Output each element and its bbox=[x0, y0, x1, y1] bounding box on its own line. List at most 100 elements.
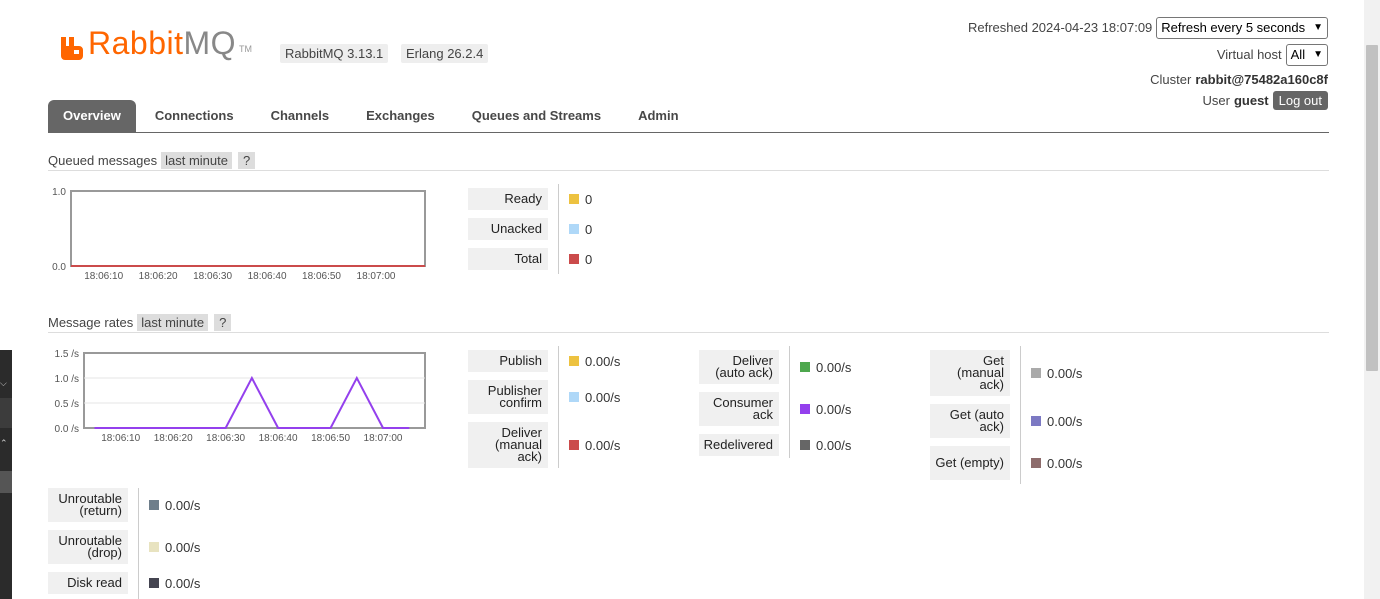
legend-swatch bbox=[1031, 416, 1041, 426]
legend-value: 0.00/s bbox=[800, 437, 851, 453]
section-title: Queued messages bbox=[48, 153, 158, 168]
left-edge-strip: ⌵ ⌃ bbox=[0, 0, 12, 599]
legend-divider bbox=[558, 184, 559, 274]
legend-divider bbox=[1020, 346, 1021, 484]
brand-mq: MQ bbox=[183, 25, 237, 61]
legend-value-text: 0.00/s bbox=[1047, 455, 1083, 471]
range-selector[interactable]: last minute bbox=[137, 314, 209, 331]
help-button[interactable]: ? bbox=[214, 314, 232, 331]
legend-value: 0.00/s bbox=[1031, 455, 1082, 471]
legend-label: Redelivered bbox=[699, 434, 779, 456]
legend-value-text: 0.00/s bbox=[816, 359, 852, 375]
tab-admin[interactable]: Admin bbox=[620, 100, 696, 132]
chevron-down-icon: ▼ bbox=[1313, 49, 1323, 60]
legend-label: Disk read bbox=[48, 572, 128, 594]
left-panel-segment bbox=[0, 398, 12, 428]
section-title: Message rates bbox=[48, 315, 134, 330]
brand-wordmark: RabbitMQ bbox=[88, 26, 236, 60]
legend-value: 0 bbox=[569, 251, 592, 267]
legend-swatch bbox=[800, 404, 810, 414]
legend-swatch bbox=[1031, 368, 1041, 378]
message-rates-header: Message rates last minute ? bbox=[48, 313, 1329, 333]
message-rates-chart: 1.5 /s 1.0 /s 0.5 /s 0.0 /s 18:06:10 18:06:20… bbox=[55, 349, 426, 444]
legend-value-text: 0.00/s bbox=[165, 539, 201, 555]
rabbit-logo-icon bbox=[60, 34, 84, 60]
legend-value-text: 0.00/s bbox=[585, 437, 621, 453]
x-tick-label: 18:06:30 bbox=[193, 271, 232, 282]
legend-label: Unacked bbox=[468, 218, 548, 240]
legend-divider bbox=[138, 488, 139, 599]
left-dark-panel: ⌵ ⌃ bbox=[0, 350, 12, 599]
y-tick-label: 0.0 bbox=[52, 262, 66, 273]
y-tick-label: 1.0 /s bbox=[55, 374, 79, 385]
x-tick-label: 18:06:10 bbox=[84, 271, 123, 282]
top-right-info: Refreshed 2024-04-23 18:07:09 Refresh ev… bbox=[968, 16, 1328, 112]
legend-swatch bbox=[1031, 458, 1041, 468]
x-tick-label: 18:06:20 bbox=[154, 433, 193, 444]
legend-value-text: 0.00/s bbox=[816, 437, 852, 453]
y-tick-label: 0.5 /s bbox=[55, 399, 79, 410]
legend-swatch bbox=[569, 224, 579, 234]
legend-value: 0.00/s bbox=[800, 401, 851, 417]
virtual-host-select[interactable]: All ▼ bbox=[1285, 43, 1328, 66]
x-tick-label: 18:06:50 bbox=[302, 271, 341, 282]
legend-swatch bbox=[149, 542, 159, 552]
scrollbar[interactable] bbox=[1364, 0, 1380, 599]
legend-value: 0.00/s bbox=[569, 437, 620, 453]
legend-divider bbox=[789, 346, 790, 458]
legend-label: Ready bbox=[468, 188, 548, 210]
legend-value: 0 bbox=[569, 191, 592, 207]
legend-label: Total bbox=[468, 248, 548, 270]
tab-connections[interactable]: Connections bbox=[137, 100, 252, 132]
cluster-label: Cluster bbox=[1150, 71, 1192, 87]
legend-value-text: 0.00/s bbox=[816, 401, 852, 417]
legend-swatch bbox=[569, 440, 579, 450]
legend-value-text: 0 bbox=[585, 191, 593, 207]
brand-rabbit: Rabbit bbox=[88, 25, 184, 61]
legend-value-text: 0.00/s bbox=[585, 389, 621, 405]
legend-value-text: 0.00/s bbox=[1047, 413, 1083, 429]
legend-value-text: 0 bbox=[585, 221, 593, 237]
x-tick-label: 18:06:30 bbox=[206, 433, 245, 444]
legend-value-text: 0.00/s bbox=[165, 497, 201, 513]
y-tick-label: 1.5 /s bbox=[55, 349, 79, 360]
erlang-badge: Erlang 26.2.4 bbox=[401, 44, 489, 63]
main-tabs: Overview Connections Channels Exchanges … bbox=[48, 100, 1329, 133]
y-tick-label: 0.0 /s bbox=[55, 424, 79, 435]
legend-swatch bbox=[569, 356, 579, 366]
x-tick-label: 18:06:50 bbox=[311, 433, 350, 444]
refresh-interval-select[interactable]: Refresh every 5 seconds ▼ bbox=[1156, 16, 1328, 39]
x-tick-label: 18:07:00 bbox=[364, 433, 403, 444]
range-selector[interactable]: last minute bbox=[161, 152, 232, 169]
legend-label: Unroutable (drop) bbox=[48, 530, 128, 564]
help-button[interactable]: ? bbox=[238, 152, 256, 169]
legend-swatch bbox=[149, 578, 159, 588]
plot-area bbox=[70, 190, 426, 267]
y-tick-label: 1.0 bbox=[52, 187, 66, 198]
legend-value: 0 bbox=[569, 221, 592, 237]
scrollbar-thumb[interactable] bbox=[1366, 45, 1378, 371]
cluster-name: rabbit@75482a160c8f bbox=[1195, 71, 1328, 87]
plot-area bbox=[83, 352, 426, 429]
legend-swatch bbox=[569, 392, 579, 402]
legend-label: Deliver (manual ack) bbox=[468, 422, 548, 468]
vhost-select-value: All bbox=[1290, 47, 1306, 62]
chevron-down-icon: ▼ bbox=[1313, 22, 1323, 33]
x-tick-label: 18:06:40 bbox=[259, 433, 298, 444]
tab-exchanges[interactable]: Exchanges bbox=[348, 100, 453, 132]
refresh-select-value: Refresh every 5 seconds bbox=[1161, 20, 1306, 35]
legend-label: Unroutable (return) bbox=[48, 488, 128, 522]
rabbitmq-logo[interactable]: RabbitMQ TM bbox=[60, 26, 252, 60]
legend-value-text: 0.00/s bbox=[585, 353, 621, 369]
legend-divider bbox=[558, 346, 559, 468]
legend-swatch bbox=[569, 194, 579, 204]
tab-channels[interactable]: Channels bbox=[253, 100, 348, 132]
legend-label: Publish bbox=[468, 350, 548, 372]
legend-label: Consumer ack bbox=[699, 392, 779, 426]
tab-queues-and-streams[interactable]: Queues and Streams bbox=[454, 100, 619, 132]
tab-overview[interactable]: Overview bbox=[48, 100, 136, 132]
legend-value: 0.00/s bbox=[1031, 365, 1082, 381]
legend-value: 0.00/s bbox=[569, 353, 620, 369]
legend-value-text: 0.00/s bbox=[165, 575, 201, 591]
x-tick-label: 18:06:10 bbox=[101, 433, 140, 444]
